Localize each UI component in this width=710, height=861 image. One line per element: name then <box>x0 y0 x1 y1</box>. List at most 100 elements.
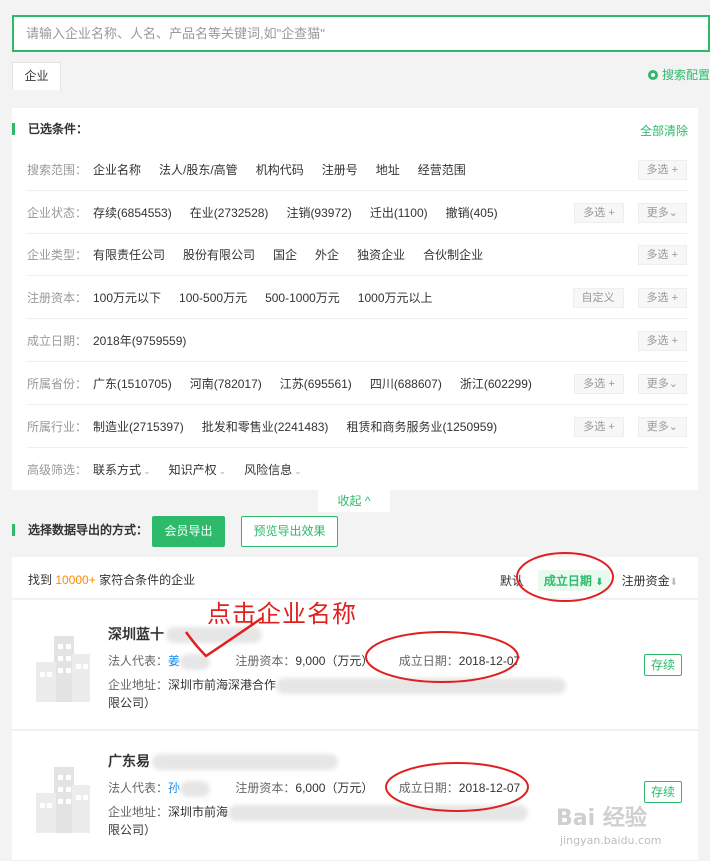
tab-bar: 企业 搜索配置 <box>12 62 710 90</box>
filter-row-capital: 注册资本： 100万元以下 100-500万元 500-1000万元 1000万… <box>27 277 687 319</box>
company-address-row: 企业地址：深圳市前海深港合作 <box>108 676 567 694</box>
filter-label: 成立日期： <box>27 334 88 348</box>
filter-label: 企业状态： <box>27 206 88 220</box>
filter-option[interactable]: 独资企业 <box>357 246 405 263</box>
status-badge: 存续 <box>644 781 682 803</box>
filter-option[interactable]: 撤销(405) <box>446 204 498 221</box>
filter-option[interactable]: 有限责任公司 <box>93 246 165 263</box>
multi-select-button[interactable]: 多选 + <box>574 202 624 223</box>
filter-option[interactable]: 法人/股东/高管 <box>159 161 238 178</box>
arrow-down-icon: ⬇ <box>595 577 604 588</box>
member-export-button[interactable]: 会员导出 <box>152 516 225 547</box>
building-logo-icon <box>36 767 90 833</box>
advanced-filter-contact[interactable]: 联系方式 ⌄ <box>93 461 151 478</box>
filter-option[interactable]: 合伙制企业 <box>423 246 483 263</box>
filter-option[interactable]: 江苏(695561) <box>280 375 352 392</box>
building-logo-icon <box>36 636 90 702</box>
company-legal-row: 法人代表：姜 注册资本：9,000（万元） 成立日期：2018-12-07 <box>108 653 521 670</box>
filter-option[interactable]: 租赁和商务服务业(1250959) <box>346 418 497 435</box>
custom-button[interactable]: 自定义 <box>572 287 624 308</box>
filter-option[interactable]: 批发和零售业(2241483) <box>202 418 329 435</box>
preview-export-button[interactable]: 预览导出效果 <box>241 516 338 547</box>
legal-rep-link[interactable]: 姜 <box>168 654 180 668</box>
filter-row-founded: 成立日期： 2018年(9759559) 多选 + <box>27 320 687 362</box>
sort-founded-date[interactable]: 成立日期 ⬇ <box>537 570 610 591</box>
filter-option[interactable]: 外企 <box>315 246 339 263</box>
watermark-url: jingyan.baidu.com <box>560 834 662 847</box>
multi-select-button[interactable]: 多选 + <box>637 287 687 308</box>
multi-select-button[interactable]: 多选 + <box>637 330 687 351</box>
multi-select-button[interactable]: 多选 + <box>637 159 687 180</box>
results-number: 10000+ <box>55 573 96 587</box>
filter-row-province: 所属省份： 广东(1510705) 河南(782017) 江苏(695561) … <box>27 363 687 405</box>
search-input[interactable] <box>14 17 708 50</box>
multi-select-button[interactable]: 多选 + <box>574 373 624 394</box>
filter-option[interactable]: 注册号 <box>322 161 358 178</box>
filter-row-advanced: 高级筛选： 联系方式 ⌄ 知识产权 ⌄ 风险信息 ⌄ <box>27 448 687 490</box>
filter-option[interactable]: 注销(93972) <box>286 204 351 221</box>
export-title: 选择数据导出的方式： <box>12 524 148 536</box>
filter-option[interactable]: 广东(1510705) <box>93 375 172 392</box>
filter-option[interactable]: 500-1000万元 <box>265 289 340 306</box>
company-address-tail: 限公司） <box>108 823 157 837</box>
advanced-filter-risk[interactable]: 风险信息 ⌄ <box>244 461 302 478</box>
watermark-logo: Bai 经验 <box>556 806 647 831</box>
redacted-text <box>180 653 211 670</box>
advanced-filter-ip[interactable]: 知识产权 ⌄ <box>169 461 227 478</box>
filter-option[interactable]: 100-500万元 <box>179 289 247 306</box>
filter-option[interactable]: 河南(782017) <box>190 375 262 392</box>
results-count: 找到 10000+ 家符合条件的企业 <box>28 573 196 587</box>
multi-select-button[interactable]: 多选 + <box>637 244 687 265</box>
filter-option[interactable]: 迁出(1100) <box>370 204 428 221</box>
more-button[interactable]: 更多⌄ <box>637 202 687 223</box>
filter-option[interactable]: 浙江(602299) <box>460 375 532 392</box>
filter-label: 所属行业： <box>27 420 88 434</box>
filter-row-search-scope: 搜索范围： 企业名称 法人/股东/高管 机构代码 注册号 地址 经营范围 多选 … <box>27 149 687 191</box>
search-config-link[interactable]: 搜索配置 <box>647 66 710 83</box>
filter-option[interactable]: 2018年(9759559) <box>93 332 186 349</box>
gear-icon <box>647 69 658 80</box>
redacted-text <box>180 780 211 797</box>
filter-option[interactable]: 在业(2732528) <box>190 204 269 221</box>
filter-row-type: 企业类型： 有限责任公司 股份有限公司 国企 外企 独资企业 合伙制企业 多选 … <box>27 234 687 276</box>
arrow-down-icon: ⬇ <box>669 577 678 588</box>
collapse-button[interactable]: 收起 ^ <box>318 490 390 512</box>
sort-default[interactable]: 默认 <box>500 572 524 589</box>
founded-date: 2018-12-07 <box>458 781 521 795</box>
chevron-down-icon: ⌄ <box>294 465 302 476</box>
legal-rep-link[interactable]: 孙 <box>168 781 180 795</box>
chevron-down-icon: ⌄ <box>218 465 227 476</box>
filter-option[interactable]: 制造业(2715397) <box>93 418 184 435</box>
search-box[interactable] <box>12 15 710 52</box>
more-button[interactable]: 更多⌄ <box>637 373 687 394</box>
clear-all-link[interactable]: 全部清除 <box>640 122 688 139</box>
filter-option[interactable]: 企业名称 <box>93 161 141 178</box>
company-legal-row: 法人代表：孙 注册资本：6,000（万元） 成立日期：2018-12-07 <box>108 780 521 797</box>
filter-label: 高级筛选： <box>27 462 88 477</box>
chevron-down-icon: ⌄ <box>143 465 151 476</box>
filter-option[interactable]: 地址 <box>376 161 400 178</box>
search-config-label: 搜索配置 <box>661 68 710 82</box>
selected-conditions-title: 已选条件： <box>12 123 88 135</box>
filter-option[interactable]: 四川(688607) <box>370 375 442 392</box>
company-name[interactable]: 广东易 <box>108 751 338 771</box>
results-bar: 找到 10000+ 家符合条件的企业 默认 成立日期 ⬇ 注册资金⬇ <box>12 557 698 599</box>
tab-enterprise[interactable]: 企业 <box>12 62 61 90</box>
filter-option[interactable]: 存续(6854553) <box>93 204 172 221</box>
filter-option[interactable]: 国企 <box>273 246 297 263</box>
status-badge: 存续 <box>644 654 682 676</box>
filter-panel: 已选条件： 全部清除 搜索范围： 企业名称 法人/股东/高管 机构代码 注册号 … <box>12 108 698 490</box>
filter-label: 注册资本： <box>27 291 88 305</box>
annotation-text: 点击企业名称 <box>207 600 357 628</box>
filter-option[interactable]: 经营范围 <box>418 161 466 178</box>
sort-options: 默认 成立日期 ⬇ 注册资金⬇ <box>500 570 678 591</box>
more-button[interactable]: 更多⌄ <box>637 416 687 437</box>
filter-option[interactable]: 1000万元以上 <box>358 289 433 306</box>
redacted-text <box>166 627 262 644</box>
sort-capital[interactable]: 注册资金⬇ <box>622 572 678 589</box>
multi-select-button[interactable]: 多选 + <box>574 416 624 437</box>
filter-option[interactable]: 机构代码 <box>256 161 304 178</box>
filter-option[interactable]: 股份有限公司 <box>183 246 255 263</box>
filter-option[interactable]: 100万元以下 <box>93 289 161 306</box>
company-address-row: 企业地址：深圳市前海 <box>108 803 529 821</box>
